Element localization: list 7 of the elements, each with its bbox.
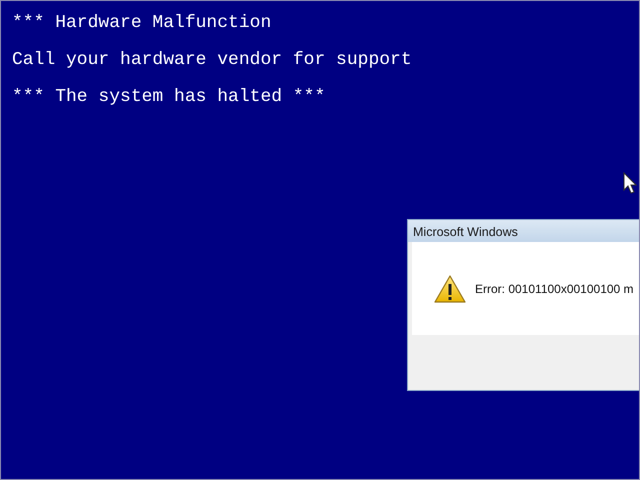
error-message: Error: 00101100x00100100 m xyxy=(475,280,634,298)
console-line: *** The system has halted *** xyxy=(12,87,326,107)
mouse-pointer-icon xyxy=(623,172,637,194)
dialog-title: Microsoft Windows xyxy=(408,220,639,242)
console-line: Call your hardware vendor for support xyxy=(12,50,413,70)
console-line: *** Hardware Malfunction xyxy=(12,13,272,33)
warning-icon xyxy=(434,274,466,302)
